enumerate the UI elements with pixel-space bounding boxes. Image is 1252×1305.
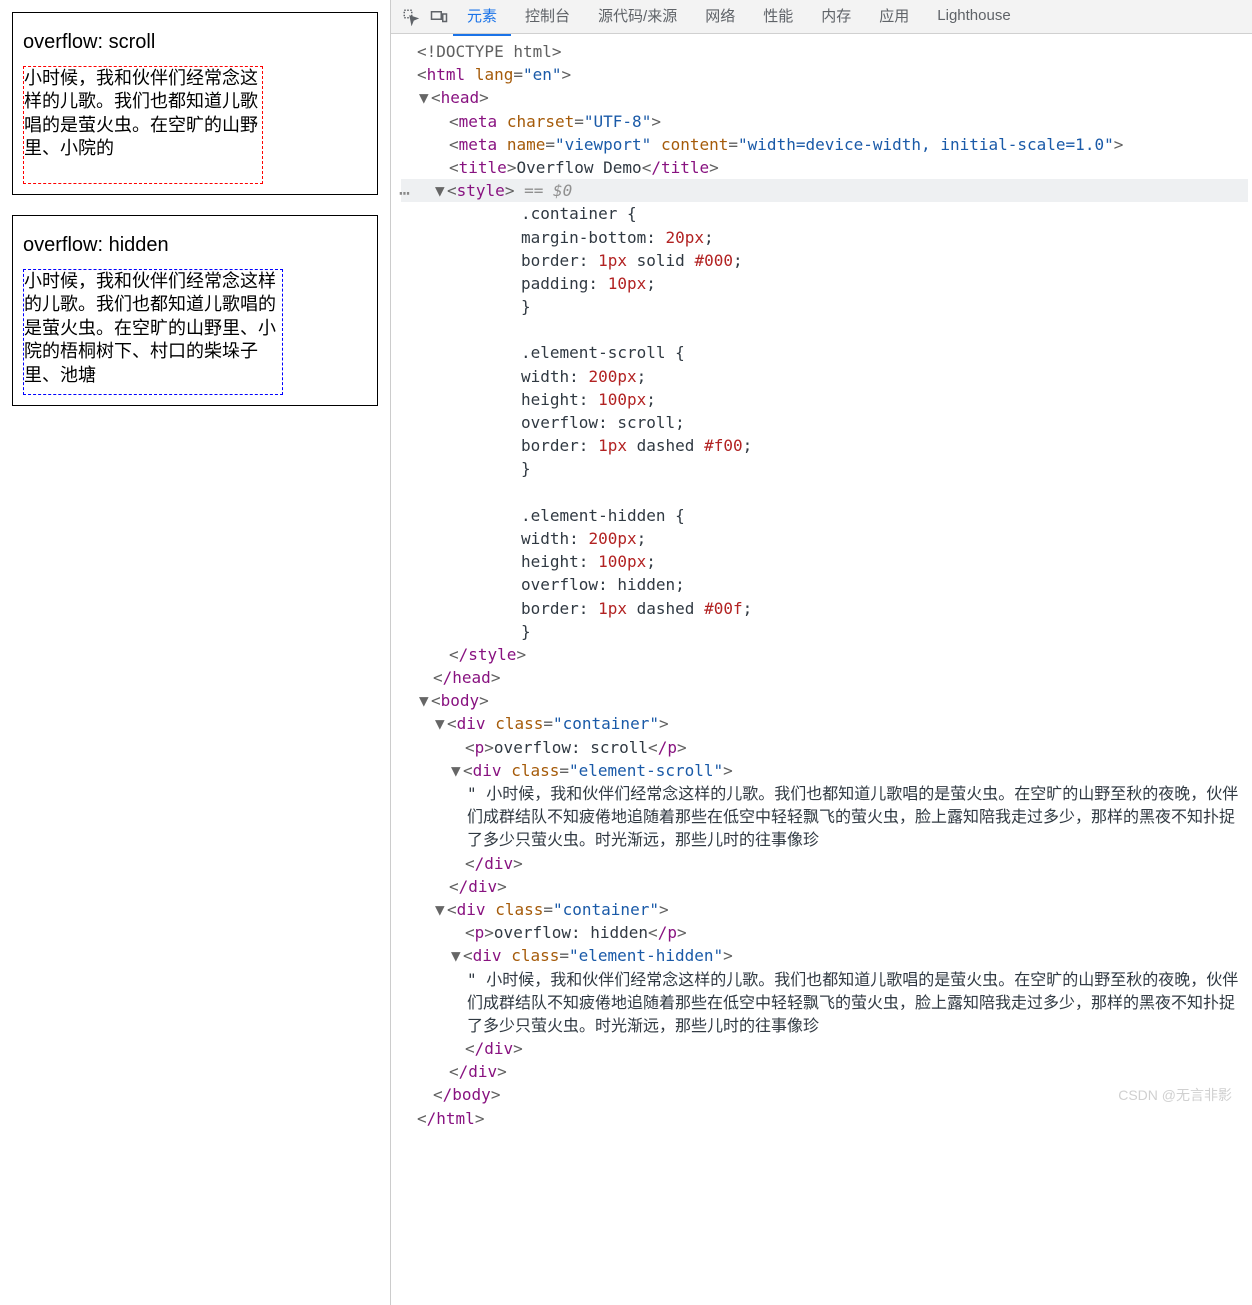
- tab-memory[interactable]: 内存: [807, 0, 865, 36]
- style-open-row[interactable]: ⋯▼<style> == $0: [401, 179, 1248, 202]
- tab-sources[interactable]: 源代码/来源: [584, 0, 691, 36]
- tab-lighthouse[interactable]: Lighthouse: [923, 0, 1024, 34]
- device-toggle-icon[interactable]: [425, 3, 453, 31]
- style-close-row[interactable]: </style>: [401, 643, 1248, 666]
- p-scroll-row[interactable]: <p>overflow: scroll</p>: [401, 736, 1248, 759]
- tab-application[interactable]: 应用: [865, 0, 923, 36]
- meta-charset-row[interactable]: <meta charset="UTF-8">: [401, 110, 1248, 133]
- devtools-tabbar: 元素 控制台 源代码/来源 网络 性能 内存 应用 Lighthouse: [391, 0, 1252, 34]
- tab-console[interactable]: 控制台: [511, 0, 584, 36]
- div-container2-close[interactable]: </div>: [401, 1060, 1248, 1083]
- doctype-row[interactable]: <!DOCTYPE html>: [401, 40, 1248, 63]
- head-open-row[interactable]: ▼<head>: [401, 86, 1248, 109]
- html-close-row[interactable]: </html>: [401, 1107, 1248, 1130]
- devtools-pane: 元素 控制台 源代码/来源 网络 性能 内存 应用 Lighthouse <!D…: [390, 0, 1252, 1305]
- div-hidden-close[interactable]: </div>: [401, 1037, 1248, 1060]
- dom-tree[interactable]: <!DOCTYPE html> <html lang="en"> ▼<head>…: [391, 34, 1252, 1305]
- div-scroll-open[interactable]: ▼<div class="element-scroll">: [401, 759, 1248, 782]
- tab-performance[interactable]: 性能: [749, 0, 807, 36]
- div-container1-open[interactable]: ▼<div class="container">: [401, 712, 1248, 735]
- body-open-row[interactable]: ▼<body>: [401, 689, 1248, 712]
- html-open-row[interactable]: <html lang="en">: [401, 63, 1248, 86]
- hidden-heading: overflow: hidden: [23, 234, 367, 257]
- tab-network[interactable]: 网络: [691, 0, 749, 36]
- container-hidden: overflow: hidden 小时候，我和伙伴们经常念这样的儿歌。我们也都知…: [12, 215, 378, 406]
- meta-viewport-row[interactable]: <meta name="viewport" content="width=dev…: [401, 133, 1248, 156]
- title-row[interactable]: <title>Overflow Demo</title>: [401, 156, 1248, 179]
- container-scroll: overflow: scroll 小时候，我和伙伴们经常念这样的儿歌。我们也都知…: [12, 12, 378, 195]
- div-container1-close[interactable]: </div>: [401, 875, 1248, 898]
- css-container: .container { margin-bottom: 20px; border…: [401, 202, 1248, 643]
- element-hidden-box: 小时候，我和伙伴们经常念这样的儿歌。我们也都知道儿歌唱的是萤火虫。在空旷的山野里…: [23, 269, 283, 395]
- p-hidden-row[interactable]: <p>overflow: hidden</p>: [401, 921, 1248, 944]
- inspect-icon[interactable]: [397, 3, 425, 31]
- head-close-row[interactable]: </head>: [401, 666, 1248, 689]
- text-node-2[interactable]: " 小时候，我和伙伴们经常念这样的儿歌。我们也都知道儿歌唱的是萤火虫。在空旷的山…: [401, 968, 1248, 1038]
- div-scroll-close[interactable]: </div>: [401, 852, 1248, 875]
- text-node-1[interactable]: " 小时候，我和伙伴们经常念这样的儿歌。我们也都知道儿歌唱的是萤火虫。在空旷的山…: [401, 782, 1248, 852]
- watermark: CSDN @无言非影: [1118, 1085, 1232, 1105]
- element-scroll-box[interactable]: 小时候，我和伙伴们经常念这样的儿歌。我们也都知道儿歌唱的是萤火虫。在空旷的山野里…: [23, 66, 263, 184]
- tab-elements[interactable]: 元素: [453, 0, 511, 36]
- ellipsis-icon[interactable]: ⋯: [399, 181, 409, 207]
- scroll-heading: overflow: scroll: [23, 31, 367, 54]
- preview-pane: overflow: scroll 小时候，我和伙伴们经常念这样的儿歌。我们也都知…: [0, 0, 390, 1305]
- div-hidden-open[interactable]: ▼<div class="element-hidden">: [401, 944, 1248, 967]
- div-container2-open[interactable]: ▼<div class="container">: [401, 898, 1248, 921]
